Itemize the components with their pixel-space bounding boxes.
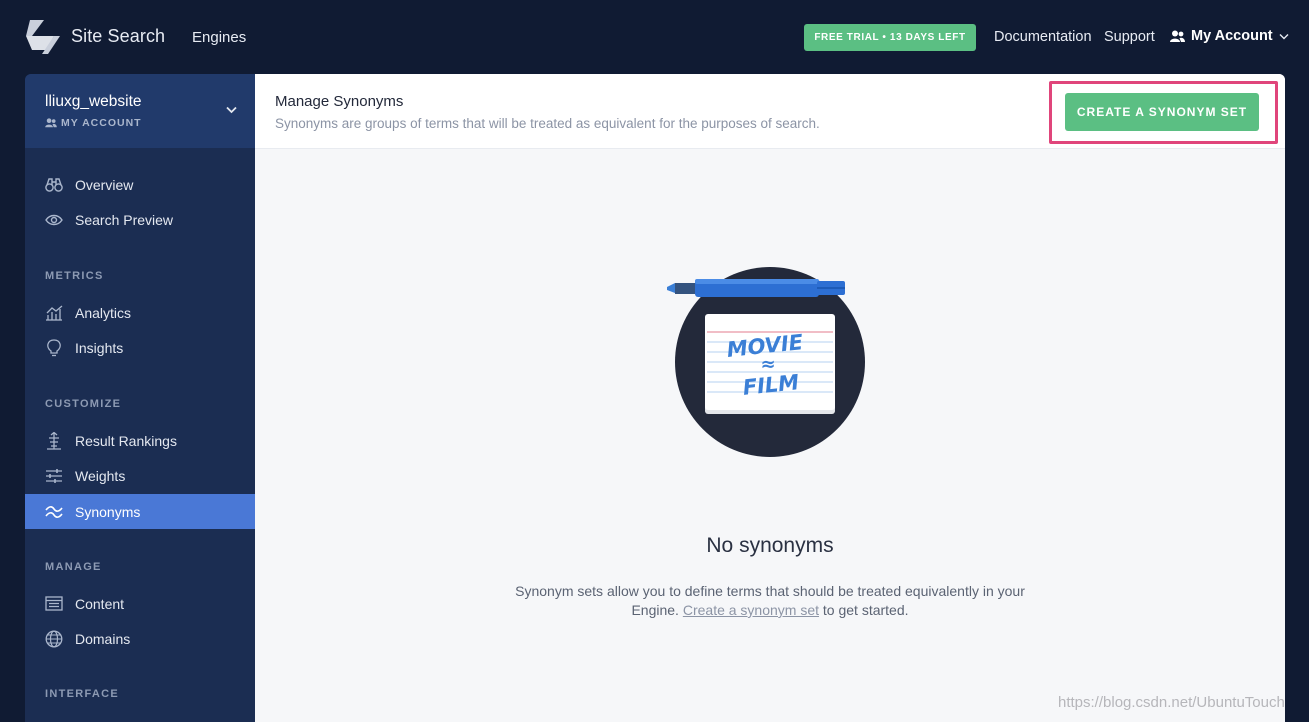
sidebar-item-label: Synonyms xyxy=(75,503,141,520)
binoculars-icon xyxy=(45,176,63,194)
section-label-manage: MANAGE xyxy=(45,561,102,573)
support-link[interactable]: Support xyxy=(1104,29,1155,45)
engine-selector[interactable]: lliuxg_website MY ACCOUNT xyxy=(25,74,255,148)
sidebar-item-label: Insights xyxy=(75,339,124,356)
section-label-customize: CUSTOMIZE xyxy=(45,398,122,410)
sidebar-item-label: Weights xyxy=(75,467,126,484)
site-search-logo-icon[interactable] xyxy=(24,20,60,54)
sidebar-item-overview[interactable]: Overview xyxy=(25,167,255,202)
page-header: Manage Synonyms Synonyms are groups of t… xyxy=(255,74,1285,149)
sidebar-item-content[interactable]: Content xyxy=(25,586,255,621)
globe-icon xyxy=(45,630,63,648)
sidebar-item-result-rankings[interactable]: Result Rankings xyxy=(25,423,255,458)
sidebar-item-search-preview[interactable]: Search Preview xyxy=(25,202,255,237)
sidebar-item-label: Overview xyxy=(75,176,134,193)
sidebar: lliuxg_website MY ACCOUNT Overview Searc… xyxy=(25,74,255,722)
lightbulb-icon xyxy=(45,338,63,357)
synonyms-illustration: MOVIE ≈ FILM xyxy=(667,267,865,457)
top-bar: Site Search Engines FREE TRIAL • 13 DAYS… xyxy=(0,0,1309,74)
engine-name: lliuxg_website xyxy=(45,93,142,110)
documentation-link[interactable]: Documentation xyxy=(994,29,1092,45)
marker-icon xyxy=(667,279,845,297)
list-icon xyxy=(45,595,63,613)
engine-account-label: MY ACCOUNT xyxy=(61,117,142,129)
sidebar-item-domains[interactable]: Domains xyxy=(25,621,255,656)
section-label-metrics: METRICS xyxy=(45,270,104,282)
page-subtitle: Synonyms are groups of terms that will b… xyxy=(275,116,820,131)
empty-desc-text-end: to get started. xyxy=(819,602,909,618)
brand-name[interactable]: Site Search xyxy=(71,26,165,47)
sidebar-item-label: Search Preview xyxy=(75,211,174,228)
approx-icon xyxy=(45,503,63,521)
sidebar-item-label: Result Rankings xyxy=(75,432,177,449)
sidebar-item-analytics[interactable]: Analytics xyxy=(25,295,255,330)
sidebar-item-synonyms[interactable]: Synonyms xyxy=(25,494,255,529)
watermark-text: https://blog.csdn.net/UbuntuTouch xyxy=(1058,694,1285,711)
sidebar-item-label: Analytics xyxy=(75,304,132,321)
page-title: Manage Synonyms xyxy=(275,93,404,110)
sidebar-item-label: Content xyxy=(75,595,125,612)
empty-state-title: No synonyms xyxy=(706,534,834,557)
chevron-down-icon[interactable] xyxy=(226,106,237,114)
nav-engines-link[interactable]: Engines xyxy=(192,29,246,46)
my-account-menu[interactable]: My Account xyxy=(1170,28,1289,44)
chart-icon xyxy=(45,304,63,322)
chevron-down-icon xyxy=(1279,33,1289,39)
section-label-interface: INTERFACE xyxy=(45,688,120,700)
main-panel: Manage Synonyms Synonyms are groups of t… xyxy=(255,74,1285,722)
sidebar-item-label: Domains xyxy=(75,630,131,647)
trial-badge[interactable]: FREE TRIAL • 13 DAYS LEFT xyxy=(804,24,976,51)
rankings-icon xyxy=(45,431,63,450)
empty-state-description: Synonym sets allow you to define terms t… xyxy=(510,582,1030,620)
eye-icon xyxy=(45,211,63,229)
create-synonym-set-link[interactable]: Create a synonym set xyxy=(683,602,819,618)
engine-account: MY ACCOUNT xyxy=(45,117,142,129)
users-icon xyxy=(1170,30,1185,42)
create-synonym-set-button[interactable]: CREATE A SYNONYM SET xyxy=(1065,93,1259,131)
my-account-label: My Account xyxy=(1191,28,1273,44)
sliders-icon xyxy=(45,467,63,485)
users-icon xyxy=(45,118,57,128)
sidebar-item-insights[interactable]: Insights xyxy=(25,330,255,365)
sidebar-item-weights[interactable]: Weights xyxy=(25,458,255,493)
